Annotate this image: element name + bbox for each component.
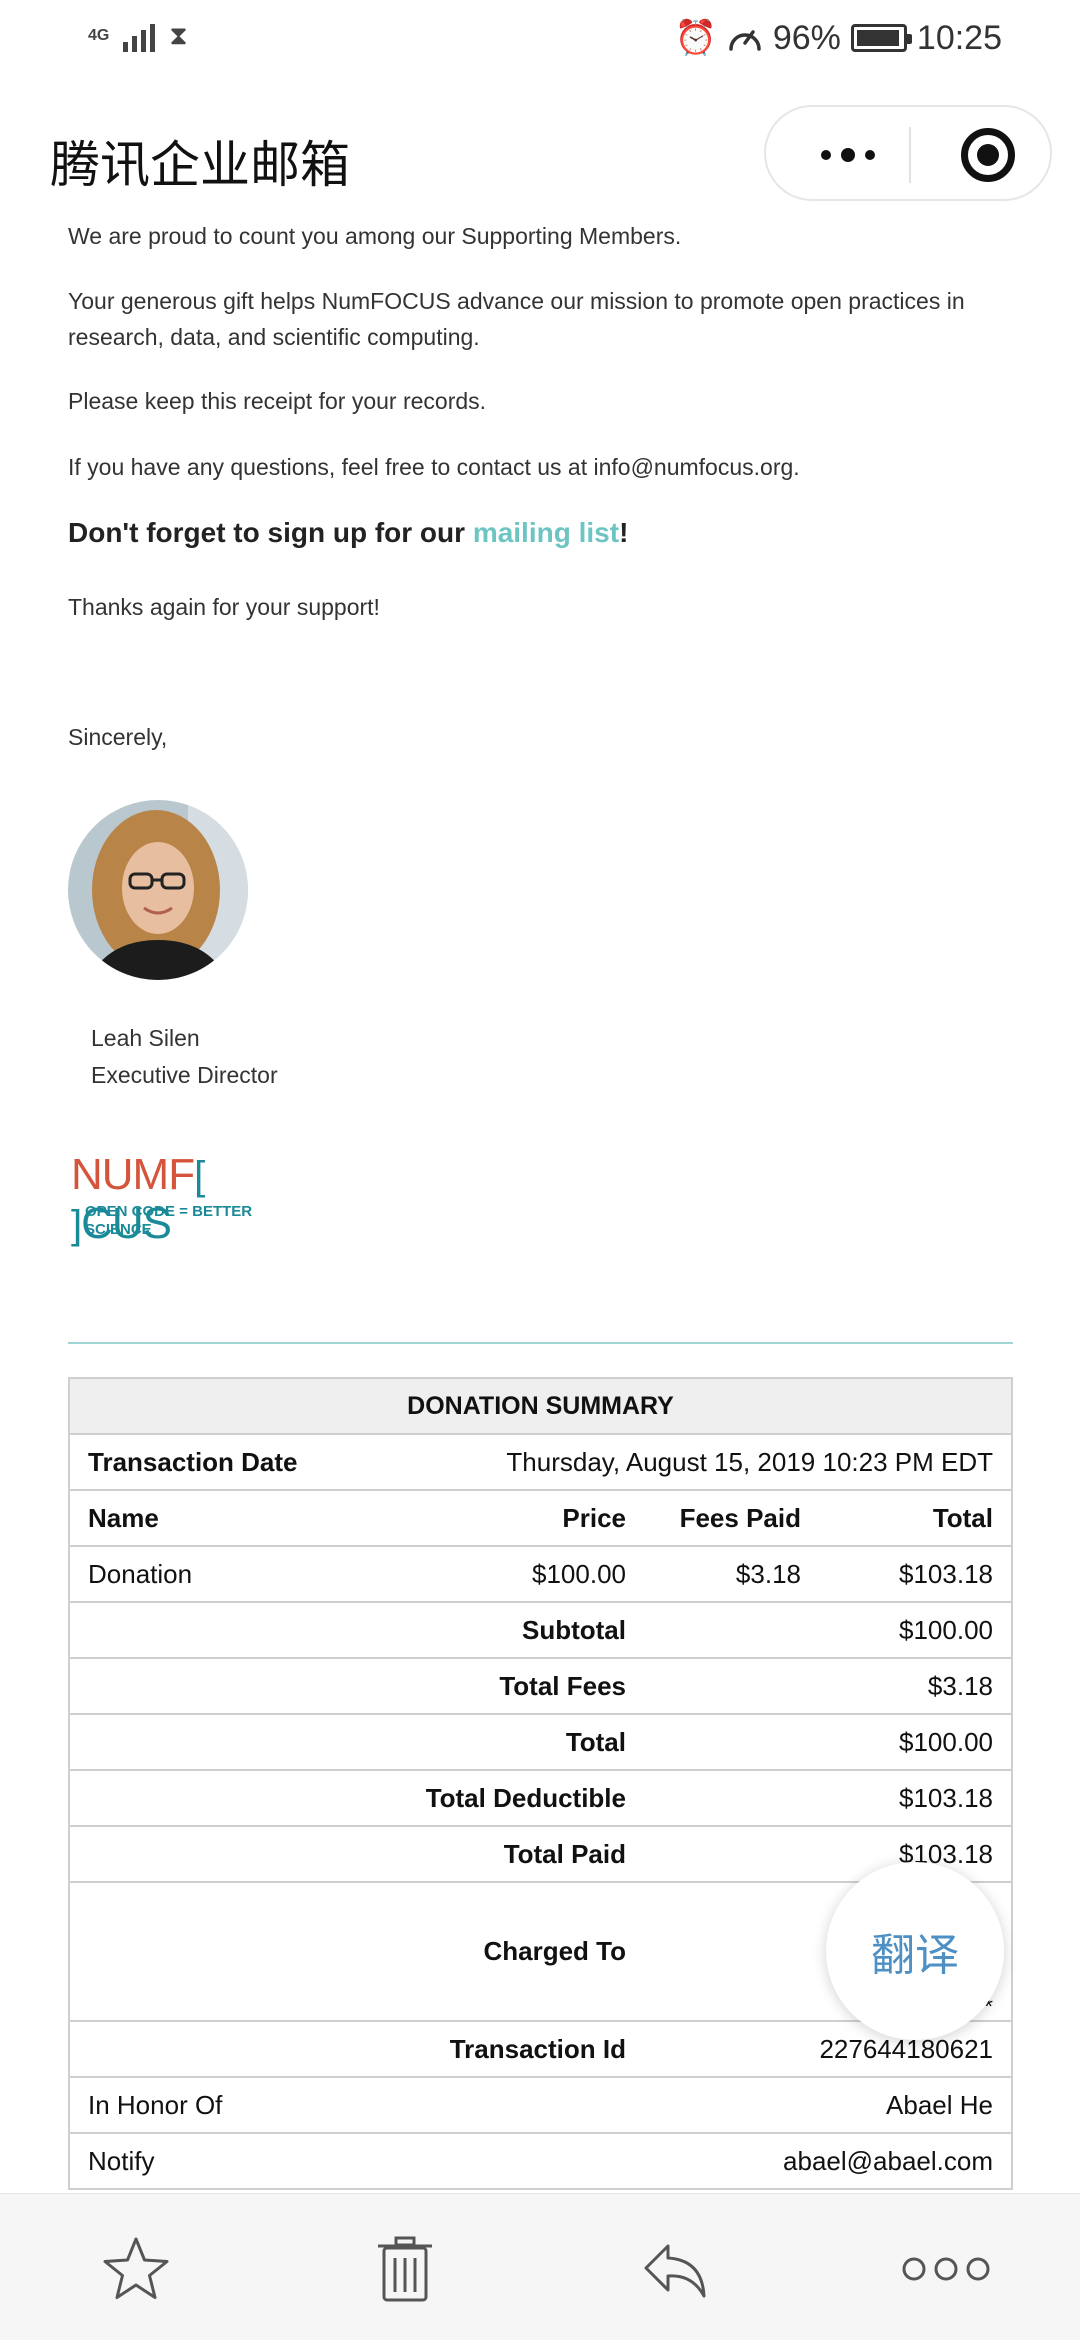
speed-icon (729, 30, 761, 51)
table-row: Total $100.00 (68, 1713, 1013, 1771)
total-value: $100.00 (644, 1713, 1013, 1771)
total-fees-label: Total Fees (68, 1657, 644, 1715)
transaction-id-label: Transaction Id (68, 2020, 644, 2078)
paragraph-mission: Your generous gift helps NumFOCUS advanc… (68, 288, 965, 350)
hourglass-icon: ⧗ (169, 20, 188, 50)
more-circles-icon[interactable] (900, 2234, 992, 2304)
mailing-list-headline: Don't forget to sign up for our mailing … (68, 515, 1013, 551)
honor-label: In Honor Of (68, 2076, 644, 2134)
total-fees-value: $3.18 (644, 1657, 1013, 1715)
item-price: $100.00 (459, 1545, 644, 1603)
logo-word-left: NUMF (71, 1150, 195, 1199)
table-row: Transaction Date Thursday, August 15, 20… (68, 1433, 1013, 1491)
capsule-divider (909, 127, 911, 183)
clock: 10:25 (916, 18, 1002, 57)
table-row: Notify abael@abael.com (68, 2132, 1013, 2190)
battery-percent: 96% (772, 18, 841, 57)
col-name: Name (68, 1489, 459, 1547)
table-row: Total Fees $3.18 (68, 1657, 1013, 1715)
total-label: Total (68, 1713, 644, 1771)
mini-program-capsule (764, 105, 1052, 201)
table-row: Transaction Id 227644180621 (68, 2020, 1013, 2078)
logo-tagline: OPEN CODE = BETTER SCIENCE (85, 1203, 253, 1238)
network-type: 4G (88, 27, 110, 44)
thanks-text: Thanks again for your support! (68, 594, 380, 620)
target-icon[interactable] (961, 128, 1015, 182)
status-right: ⏰ 96% 10:25 (675, 18, 1003, 58)
paid-label: Total Paid (68, 1825, 644, 1883)
item-name: Donation (68, 1545, 459, 1603)
headline-text: Don't forget to sign up for our (68, 517, 473, 548)
item-total: $103.18 (819, 1545, 1013, 1603)
status-left: 4G ⧗ (88, 20, 188, 52)
title-bar: 腾讯企业邮箱 (0, 105, 1080, 205)
alarm-icon: ⏰ (674, 19, 717, 57)
table-row: In Honor Of Abael He (68, 2076, 1013, 2134)
notify-label: Notify (68, 2132, 644, 2190)
reply-icon[interactable] (640, 2234, 710, 2304)
sincerely-text: Sincerely, (68, 724, 168, 750)
summary-title: DONATION SUMMARY (68, 1377, 1013, 1435)
col-price: Price (459, 1489, 644, 1547)
table-row: Total Deductible $103.18 (68, 1769, 1013, 1827)
col-total: Total (819, 1489, 1013, 1547)
paragraph-contact: If you have any questions, feel free to … (68, 454, 800, 480)
deductible-value: $103.18 (644, 1769, 1013, 1827)
signer-title: Executive Director (91, 1062, 278, 1088)
status-bar: 4G ⧗ ⏰ 96% 10:25 (0, 0, 1080, 80)
transaction-date-label: Transaction Date (68, 1433, 459, 1491)
mailing-list-link[interactable]: mailing list (473, 517, 619, 548)
avatar (68, 800, 248, 980)
table-row: Subtotal $100.00 (68, 1601, 1013, 1659)
table-row: Donation $100.00 $3.18 $103.18 (68, 1545, 1013, 1603)
battery-icon (850, 24, 912, 52)
translate-button[interactable]: 翻译 (826, 1862, 1004, 2040)
headline-exclaim: ! (619, 517, 629, 548)
bottom-toolbar (0, 2193, 1080, 2340)
subtotal-label: Subtotal (68, 1601, 644, 1659)
transaction-date: Thursday, August 15, 2019 10:23 PM EDT (459, 1433, 1013, 1491)
paragraph-members: We are proud to count you among our Supp… (68, 223, 682, 249)
notify-value: abael@abael.com (644, 2132, 1013, 2190)
numfocus-logo: NUMF[ ]CUS OPEN CODE = BETTER SCIENCE (71, 1150, 311, 1248)
item-fees: $3.18 (644, 1545, 819, 1603)
honor-value: Abael He (644, 2076, 1013, 2134)
star-icon[interactable] (101, 2234, 171, 2304)
signer-name: Leah Silen (91, 1025, 200, 1051)
table-header-row: Name Price Fees Paid Total (68, 1489, 1013, 1547)
app-title: 腾讯企业邮箱 (50, 136, 350, 194)
trash-icon[interactable] (370, 2234, 440, 2304)
section-divider (68, 1342, 1013, 1344)
col-fees: Fees Paid (644, 1489, 819, 1547)
charged-to-label: Charged To (68, 1881, 644, 2022)
donation-summary-table: DONATION SUMMARY Transaction Date Thursd… (68, 1377, 1013, 2190)
more-icon[interactable] (808, 139, 888, 171)
deductible-label: Total Deductible (68, 1769, 644, 1827)
signal-icon (123, 20, 156, 52)
subtotal-value: $100.00 (644, 1601, 1013, 1659)
paragraph-receipt: Please keep this receipt for your record… (68, 388, 487, 414)
